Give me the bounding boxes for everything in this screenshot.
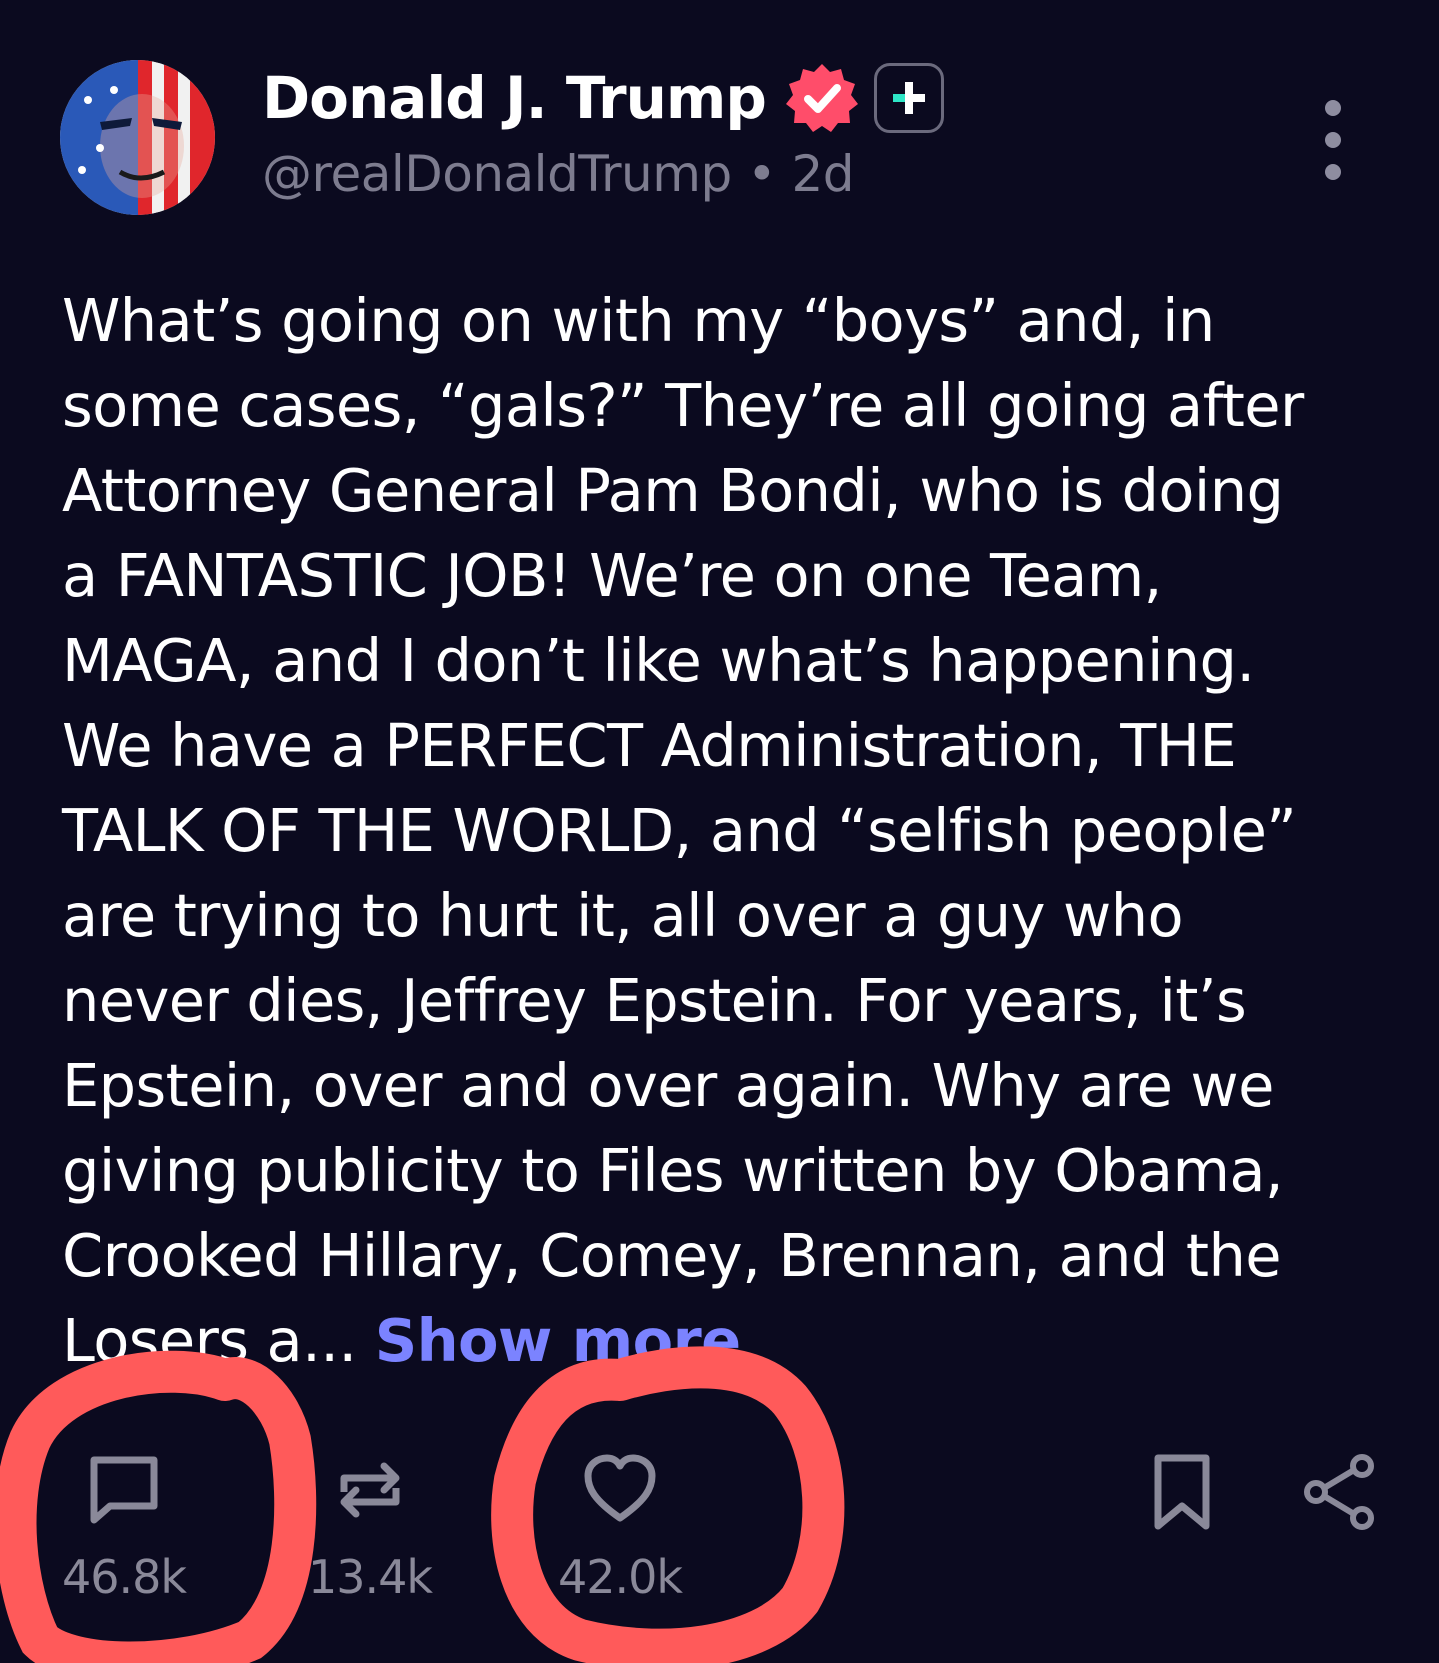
post-line: a FANTASTIC JOB! We’re on one Team,: [62, 541, 1162, 610]
post-line: Attorney General Pam Bondi, who is doing: [62, 456, 1284, 525]
reply-button[interactable]: 46.8k: [62, 1450, 187, 1604]
bookmark-icon: [1154, 1454, 1210, 1530]
repost-button[interactable]: 13.4k: [308, 1450, 433, 1604]
post-last-line: Losers a... Show more: [62, 1298, 1392, 1383]
post-line: some cases, “gals?” They’re all going af…: [62, 371, 1304, 440]
share-icon: [1304, 1454, 1374, 1530]
plus-icon: [892, 82, 925, 114]
like-icon: [584, 1454, 656, 1522]
plus-badge[interactable]: [873, 63, 944, 133]
avatar-image: [60, 60, 215, 215]
meta-separator: •: [747, 145, 777, 203]
like-count: 42.0k: [558, 1550, 683, 1604]
post-line: What’s going on with my “boys” and, in: [62, 286, 1215, 355]
more-options-button[interactable]: [1313, 100, 1353, 180]
verified-icon: [785, 64, 858, 132]
repost-count: 13.4k: [308, 1550, 433, 1604]
post-line: We have a PERFECT Administration, THE: [62, 711, 1237, 780]
author-display-name[interactable]: Donald J. Trump: [262, 64, 767, 132]
more-icon: [1325, 100, 1341, 116]
avatar[interactable]: [60, 60, 215, 215]
post-line: MAGA, and I don’t like what’s happening.: [62, 626, 1255, 695]
post-line: never dies, Jeffrey Epstein. For years, …: [62, 966, 1247, 1035]
post-line: Losers a...: [62, 1306, 357, 1375]
repost-icon: [340, 1462, 400, 1518]
post-card: Donald J. Trump @realDonaldTrump • 2d Wh…: [0, 0, 1439, 1663]
author-handle[interactable]: @realDonaldTrump: [262, 145, 732, 203]
share-button[interactable]: [1300, 1452, 1380, 1537]
post-line: Epstein, over and over again. Why are we: [62, 1051, 1274, 1120]
like-button[interactable]: 42.0k: [558, 1450, 683, 1604]
show-more-link[interactable]: Show more: [375, 1306, 741, 1375]
post-line: Crooked Hillary, Comey, Brennan, and the: [62, 1221, 1282, 1290]
reply-icon: [90, 1456, 158, 1524]
reply-count: 46.8k: [62, 1550, 187, 1604]
post-line: are trying to hurt it, all over a guy wh…: [62, 881, 1184, 950]
post-line: TALK OF THE WORLD, and “selfish people”: [62, 796, 1297, 865]
author-meta: @realDonaldTrump • 2d: [262, 145, 855, 203]
post-text: What’s going on with my “boys” and, in s…: [62, 278, 1392, 1383]
post-timestamp[interactable]: 2d: [792, 145, 855, 203]
post-line: giving publicity to Files written by Oba…: [62, 1136, 1284, 1205]
bookmark-button[interactable]: [1150, 1452, 1214, 1537]
author-name-row: Donald J. Trump: [262, 58, 944, 138]
